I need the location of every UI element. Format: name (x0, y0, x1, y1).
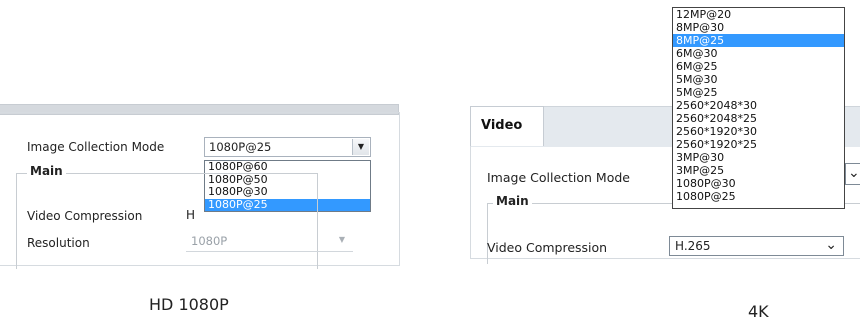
main-group-title-4k: Main (493, 194, 532, 208)
dropdown-option[interactable]: 2560*1920*30 (673, 125, 844, 138)
dropdown-option[interactable]: 3MP@25 (673, 164, 844, 177)
tab-video-label: Video (481, 118, 523, 133)
dropdown-option[interactable]: 5M@25 (673, 86, 844, 99)
video-compression-select-4k[interactable]: H.265 ⌄ (669, 236, 844, 256)
image-collection-mode-select[interactable]: 1080P@25 ▼ (204, 137, 371, 157)
dropdown-option[interactable]: 1080P@60 (205, 160, 370, 174)
dropdown-option[interactable]: 1080P@25 (673, 190, 844, 203)
dropdown-option[interactable]: 6M@30 (673, 47, 844, 60)
main-group-title: Main (27, 164, 66, 178)
video-compression-value-4k: H.265 (675, 239, 711, 253)
dropdown-arrow-button[interactable]: ▼ (352, 139, 369, 155)
video-compression-label: Video Compression (27, 209, 143, 223)
video-compression-value: H (186, 208, 196, 222)
dropdown-option[interactable]: 2560*1920*25 (673, 138, 844, 151)
resolution-value: 1080P (191, 234, 228, 248)
triangle-down-icon: ▼ (357, 142, 365, 151)
resolution-select[interactable]: 1080P ▼ (186, 231, 353, 252)
dropdown-option[interactable]: 1080P@30 (673, 177, 844, 190)
left-caption: HD 1080P (149, 295, 229, 314)
video-compression-label-4k: Video Compression (487, 240, 608, 255)
chevron-down-icon: ▼ (338, 235, 345, 244)
dropdown-option[interactable]: 2560*2048*30 (673, 99, 844, 112)
chevron-down-icon: ⌄ (848, 165, 860, 181)
dropdown-option[interactable]: 6M@25 (673, 60, 844, 73)
resolution-label: Resolution (27, 236, 90, 250)
chevron-down-icon: ⌄ (825, 237, 837, 253)
image-collection-mode-dropdown-list-4k: 12MP@20 8MP@30 8MP@25 6M@30 6M@25 5M@30 5M@25 2… (672, 7, 845, 209)
dropdown-option[interactable]: 8MP@30 (673, 21, 844, 34)
image-collection-mode-select-4k[interactable]: ⌄ (845, 163, 860, 185)
dropdown-option[interactable]: 8MP@25 (673, 34, 844, 47)
image-collection-mode-label: Image Collection Mode (27, 140, 165, 154)
image-collection-mode-value: 1080P@25 (209, 140, 272, 154)
dropdown-option[interactable]: 2560*2048*25 (673, 112, 844, 125)
right-caption: 4K (748, 302, 769, 321)
dropdown-option[interactable]: 12MP@20 (673, 8, 844, 21)
dropdown-option[interactable]: 5M@30 (673, 73, 844, 86)
video-compression-select[interactable]: H (186, 205, 204, 225)
image-collection-mode-label-4k: Image Collection Mode (487, 170, 630, 185)
dropdown-option[interactable]: 3MP@30 (673, 151, 844, 164)
